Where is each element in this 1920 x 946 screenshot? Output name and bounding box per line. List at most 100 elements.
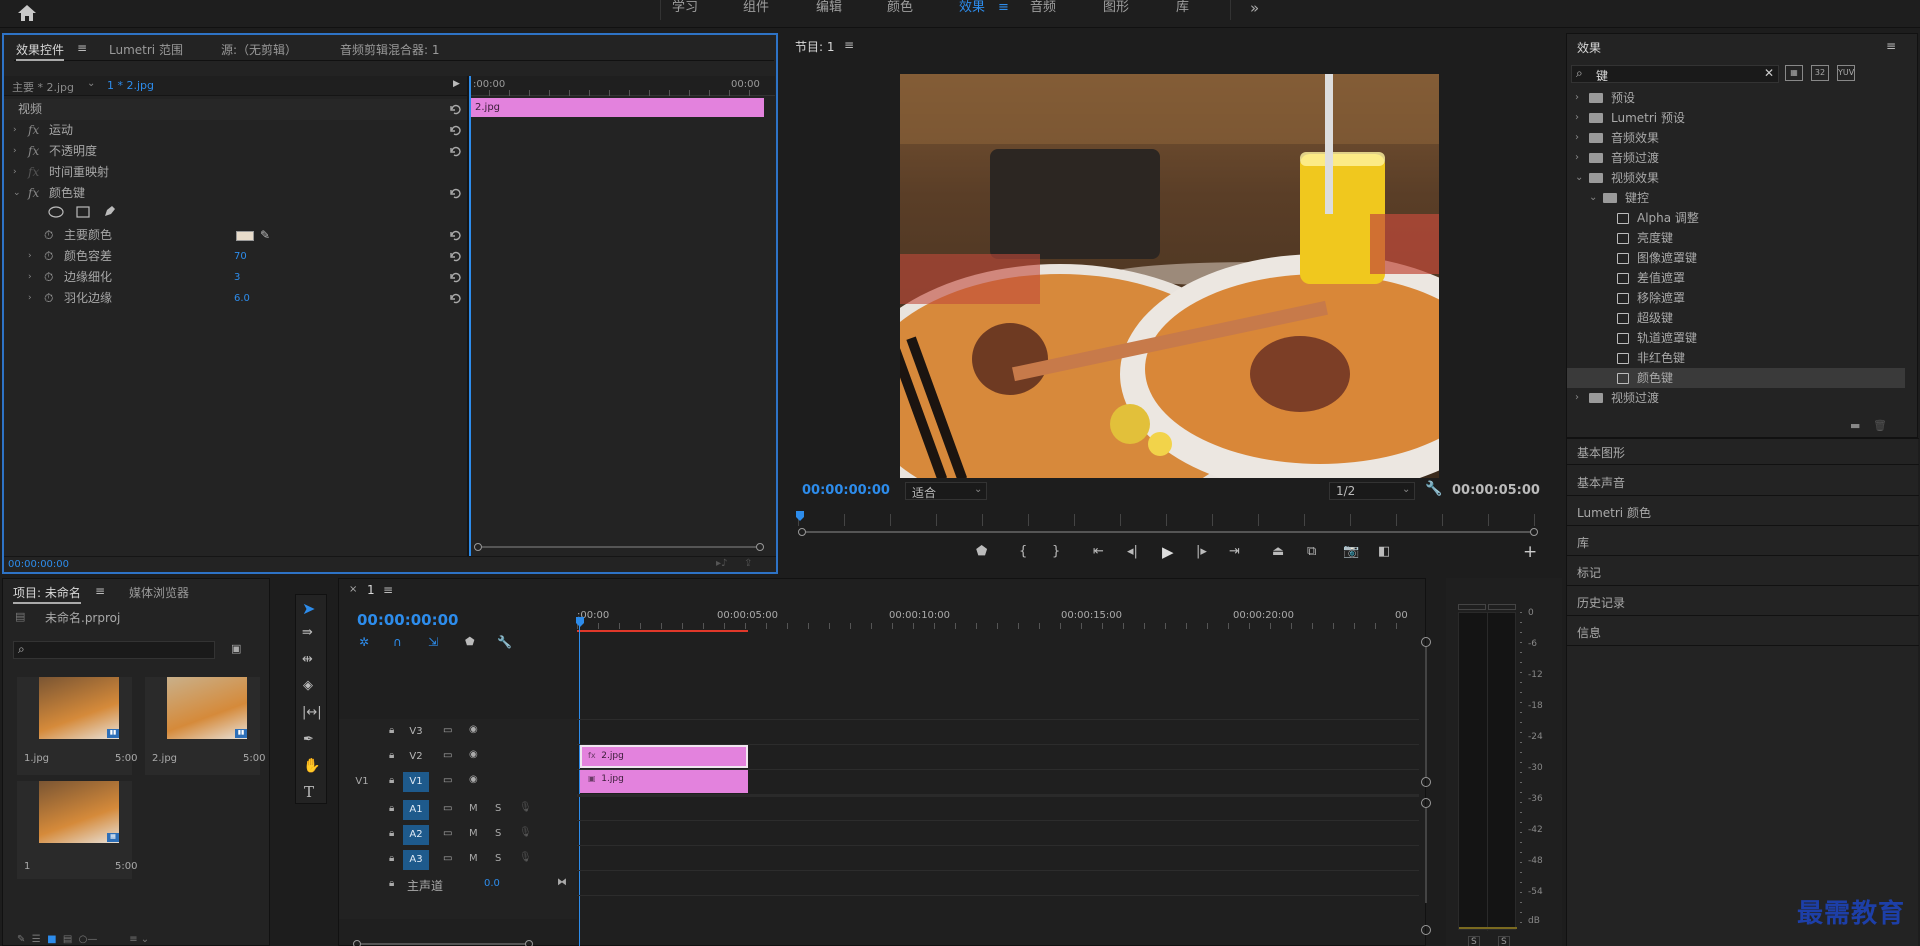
clear-icon[interactable]: ✕ (1764, 66, 1774, 80)
solo-right-button[interactable]: S (1498, 936, 1510, 946)
panel-info[interactable]: 信息 (1577, 624, 1601, 641)
mute-button[interactable]: M (469, 853, 478, 864)
reset-icon[interactable] (448, 102, 462, 116)
effects-tree-item[interactable]: › 预设 (1567, 88, 1905, 108)
overflow-chevron-icon[interactable]: » (1250, 0, 1259, 28)
param-row-edge-feather[interactable]: › ⏱ 羽化边缘 6.0 (4, 288, 467, 309)
project-item[interactable]: ▦ 1 5:00 (17, 781, 137, 879)
chevron-down-icon[interactable]: ⌄ (1589, 188, 1597, 208)
home-icon[interactable] (12, 2, 42, 24)
lift-icon[interactable]: ⏏ (1272, 544, 1292, 564)
effect-row-time-remap[interactable]: › fx 时间重映射 (4, 162, 467, 183)
project-search-input[interactable]: ⌕ (13, 641, 215, 659)
workspace-color[interactable]: 颜色 (887, 0, 913, 28)
track-header-v1[interactable]: V1 🔒︎ V1 ▭ ◉ (339, 771, 577, 793)
add-marker-icon[interactable]: ⬟ (976, 544, 996, 564)
chevron-right-icon[interactable]: › (1575, 128, 1579, 148)
effects-tree-item[interactable]: 移除遮罩 (1567, 288, 1905, 308)
solo-left-button[interactable]: S (1468, 936, 1480, 946)
microphone-icon[interactable]: 🎙 (519, 827, 532, 838)
ripple-edit-tool-icon[interactable]: ⇹ (302, 652, 313, 667)
settings-wrench-icon[interactable]: 🔧 (1425, 481, 1442, 497)
ec-clip-bar[interactable]: 2.jpg (470, 98, 764, 117)
mark-out-icon[interactable]: } (1052, 544, 1072, 564)
effects-panel-title[interactable]: 效果 (1577, 39, 1601, 56)
close-tab-icon[interactable]: × (349, 584, 357, 595)
workspace-editing[interactable]: 编辑 (816, 0, 842, 28)
chevron-right-icon[interactable]: › (1575, 388, 1579, 408)
fit-dropdown[interactable]: 适合 ⌄ (905, 482, 987, 500)
compare-view-icon[interactable]: ◧ (1378, 544, 1398, 564)
razor-tool-icon[interactable]: ◈ (303, 678, 313, 693)
sync-lock-icon[interactable]: ▭ (443, 725, 452, 736)
eye-icon[interactable]: ◉ (469, 749, 478, 760)
reset-icon[interactable] (448, 249, 462, 263)
ec-timeline-ruler[interactable]: :00:00 00:00 (469, 76, 775, 96)
workspace-assembly[interactable]: 组件 (743, 0, 769, 28)
mark-in-icon[interactable]: { (1019, 544, 1039, 564)
chevron-down-icon[interactable]: ⌄ (1575, 168, 1583, 188)
go-to-end-icon[interactable]: ⧓ (557, 877, 567, 888)
sync-lock-icon[interactable]: ▭ (443, 828, 452, 839)
delete-icon[interactable]: 🗑 (1873, 419, 1887, 432)
project-footer-icons[interactable]: ✎ ☰ ■ ▤ ○— ≡ ⌄ (17, 934, 149, 945)
work-area-bar[interactable] (577, 630, 748, 632)
effects-tree-item[interactable]: › 音频效果 (1567, 128, 1905, 148)
effects-tree-item[interactable]: 超级键 (1567, 308, 1905, 328)
slip-tool-icon[interactable]: |↔| (302, 705, 322, 720)
clip-v1[interactable]: ▣ 1.jpg (580, 770, 748, 793)
new-search-bin-icon[interactable]: ▣ (231, 642, 241, 655)
nest-toggle-icon[interactable]: ✲ (359, 635, 369, 649)
scroll-handle[interactable] (1421, 637, 1431, 647)
sync-lock-icon[interactable]: ▭ (443, 803, 452, 814)
panel-markers[interactable]: 标记 (1577, 564, 1601, 581)
track-select-tool-icon[interactable]: ⇛ (302, 625, 313, 640)
go-to-out-icon[interactable]: ⇥ (1229, 544, 1249, 564)
share-icon[interactable]: ⇪ (744, 558, 752, 569)
key-color-swatch[interactable] (236, 231, 254, 241)
play-icon[interactable]: ▶ (1162, 543, 1182, 563)
step-forward-icon[interactable]: |▸ (1196, 544, 1216, 564)
panel-libraries[interactable]: 库 (1577, 534, 1589, 551)
new-bin-icon[interactable]: ▬ (1850, 419, 1860, 432)
sync-lock-icon[interactable]: ▭ (443, 775, 452, 786)
eye-icon[interactable]: ◉ (469, 774, 478, 785)
add-button-icon[interactable]: + (1523, 542, 1543, 562)
export-icon[interactable]: ▸♪ (716, 558, 727, 569)
program-zoom-bar[interactable] (798, 528, 1538, 536)
workspace-menu-icon[interactable]: ≡ (998, 0, 1009, 28)
program-video-frame[interactable] (900, 74, 1439, 478)
effects-search-input[interactable]: ⌕ 键 ✕ (1571, 65, 1779, 83)
ec-zoom-scrollbar[interactable] (474, 543, 764, 551)
effects-tree-item[interactable]: ⌄ 键控 (1567, 188, 1905, 208)
pen-tool-icon[interactable]: ✒ (303, 732, 314, 747)
ec-current-time[interactable]: 00:00:00:00 (8, 559, 69, 570)
workspace-graphics[interactable]: 图形 (1103, 0, 1129, 28)
effects-tree-item[interactable]: 差值遮罩 (1567, 268, 1905, 288)
effects-tree-item[interactable]: 图像遮罩键 (1567, 248, 1905, 268)
extract-icon[interactable]: ⧉ (1307, 544, 1327, 564)
reset-icon[interactable] (448, 144, 462, 158)
workspace-learn[interactable]: 学习 (672, 0, 698, 28)
type-tool-icon[interactable]: T (304, 783, 314, 801)
effects-tree-item[interactable]: › Lumetri 预设 (1567, 108, 1905, 128)
eye-icon[interactable]: ◉ (469, 724, 478, 735)
scroll-handle[interactable] (1421, 777, 1431, 787)
effects-tree-item[interactable]: 亮度键 (1567, 228, 1905, 248)
param-row-edge-thin[interactable]: › ⏱ 边缘细化 3 (4, 267, 467, 288)
step-back-icon[interactable]: ◂| (1127, 544, 1147, 564)
timeline-ruler[interactable]: :00:00 00:00:05:00 00:00:10:00 00:00:15:… (577, 607, 1417, 633)
export-frame-icon[interactable]: 📷 (1343, 544, 1363, 564)
param-row-color-tolerance[interactable]: › ⏱ 颜色容差 70 (4, 246, 467, 267)
pen-mask-icon[interactable] (103, 204, 117, 218)
reset-icon[interactable] (448, 291, 462, 305)
reset-icon[interactable] (448, 123, 462, 137)
microphone-icon[interactable]: 🎙 (519, 852, 532, 863)
scroll-handle[interactable] (1421, 925, 1431, 935)
add-marker-icon[interactable]: ⬟ (465, 635, 475, 648)
effects-tree-item[interactable]: 非红色键 (1567, 348, 1905, 368)
chevron-right-icon[interactable]: › (1575, 148, 1579, 168)
program-scrub-ruler[interactable] (798, 514, 1538, 526)
project-item[interactable]: ▮▮ 2.jpg 5:00 (145, 677, 265, 775)
track-header-a2[interactable]: 🔒︎ A2 ▭ M S 🎙 (339, 824, 577, 846)
